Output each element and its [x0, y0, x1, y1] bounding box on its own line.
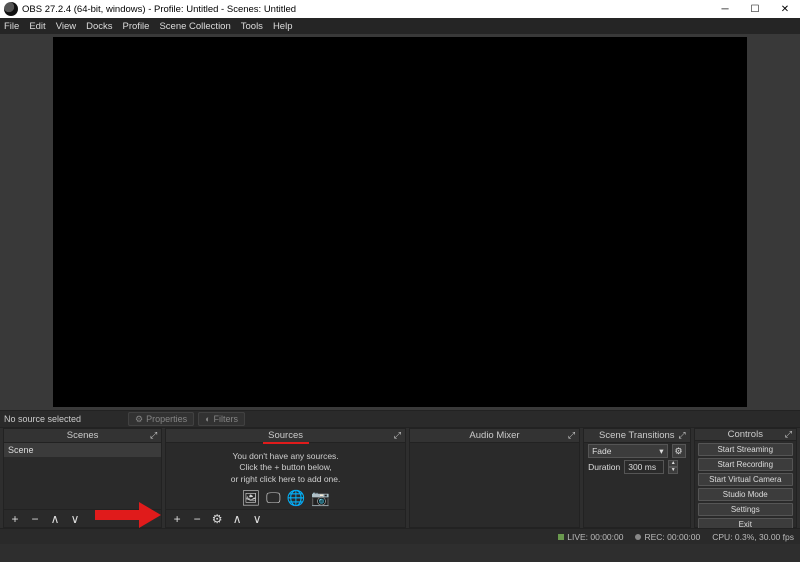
live-indicator-icon: [558, 534, 564, 540]
source-down-button[interactable]: ∨: [250, 512, 264, 526]
menu-scene-collection[interactable]: Scene Collection: [159, 21, 230, 32]
preview-area: [0, 34, 800, 410]
transition-select[interactable]: Fade▾: [588, 444, 667, 458]
maximize-button[interactable]: ☐: [740, 0, 770, 18]
remove-source-button[interactable]: −: [190, 512, 204, 526]
audio-mixer-header: Audio Mixer⤢: [410, 429, 579, 443]
title-bar: OBS 27.2.4 (64-bit, windows) - Profile: …: [0, 0, 800, 18]
menu-tools[interactable]: Tools: [241, 21, 263, 32]
menu-docks[interactable]: Docks: [86, 21, 112, 32]
audio-mixer-panel: Audio Mixer⤢: [409, 428, 580, 528]
scene-down-button[interactable]: ∨: [68, 512, 82, 526]
filters-button[interactable]: ◐Filters: [198, 412, 245, 426]
menu-bar: File Edit View Docks Profile Scene Colle…: [0, 18, 800, 34]
status-rec: REC: 00:00:00: [635, 532, 700, 542]
settings-button[interactable]: Settings: [698, 503, 793, 516]
sources-empty-hint: You don't have any sources. Click the + …: [166, 443, 405, 509]
chevron-down-icon: ▾: [659, 446, 663, 457]
popout-icon[interactable]: ⤢: [150, 430, 157, 441]
start-recording-button[interactable]: Start Recording: [698, 458, 793, 471]
status-bar: LIVE: 00:00:00 REC: 00:00:00 CPU: 0.3%, …: [0, 528, 800, 544]
filters-icon: ◐: [205, 414, 210, 424]
app-icon: [4, 2, 18, 16]
transitions-header: Scene Transitions⤢: [584, 429, 689, 443]
sources-panel: Sources⤢ You don't have any sources. Cli…: [165, 428, 406, 528]
source-toolbar: No source selected ⚙Properties ◐Filters: [0, 410, 800, 428]
studio-mode-button[interactable]: Studio Mode: [698, 488, 793, 501]
source-up-button[interactable]: ∧: [230, 512, 244, 526]
menu-help[interactable]: Help: [273, 21, 293, 32]
popout-icon[interactable]: ⤢: [568, 430, 575, 441]
preview-canvas[interactable]: [53, 37, 747, 407]
duration-spinner[interactable]: ▲▼: [668, 460, 678, 474]
rec-indicator-icon: [635, 534, 641, 540]
remove-scene-button[interactable]: −: [28, 512, 42, 526]
scenes-header: Scenes⤢: [4, 429, 161, 443]
transitions-panel: Scene Transitions⤢ Fade▾ ⚙ Duration 300 …: [583, 428, 690, 528]
start-virtual-camera-button[interactable]: Start Virtual Camera: [698, 473, 793, 486]
minimize-button[interactable]: ─: [710, 0, 740, 18]
no-source-label: No source selected: [4, 414, 128, 424]
popout-icon[interactable]: ⤢: [785, 429, 792, 440]
image-icon: 🖼: [241, 489, 260, 509]
controls-header: Controls⤢: [695, 429, 796, 441]
properties-button[interactable]: ⚙Properties: [128, 412, 194, 426]
menu-edit[interactable]: Edit: [29, 21, 45, 32]
controls-panel: Controls⤢ Start Streaming Start Recordin…: [694, 428, 797, 528]
globe-icon: 🌐: [287, 489, 306, 509]
start-streaming-button[interactable]: Start Streaming: [698, 443, 793, 456]
duration-input[interactable]: 300 ms: [624, 460, 664, 474]
window-title: OBS 27.2.4 (64-bit, windows) - Profile: …: [22, 4, 710, 15]
scenes-panel: Scenes⤢ Scene + − ∧ ∨: [3, 428, 162, 528]
camera-icon: 📷: [311, 489, 330, 509]
source-settings-button[interactable]: ⚙: [210, 512, 224, 526]
menu-file[interactable]: File: [4, 21, 19, 32]
status-cpu: CPU: 0.3%, 30.00 fps: [712, 532, 794, 542]
scene-item[interactable]: Scene: [4, 443, 161, 457]
status-live: LIVE: 00:00:00: [558, 532, 623, 542]
sources-header: Sources⤢: [166, 429, 405, 443]
add-source-button[interactable]: +: [170, 512, 184, 526]
popout-icon[interactable]: ⤢: [394, 430, 401, 441]
add-scene-button[interactable]: +: [8, 512, 22, 526]
scene-up-button[interactable]: ∧: [48, 512, 62, 526]
close-button[interactable]: ✕: [770, 0, 800, 18]
display-icon: 🖵: [266, 489, 280, 509]
duration-label: Duration: [588, 462, 620, 472]
menu-profile[interactable]: Profile: [123, 21, 150, 32]
gear-icon: ⚙: [135, 414, 143, 425]
transition-settings-button[interactable]: ⚙: [672, 444, 686, 458]
menu-view[interactable]: View: [56, 21, 76, 32]
popout-icon[interactable]: ⤢: [678, 430, 685, 441]
